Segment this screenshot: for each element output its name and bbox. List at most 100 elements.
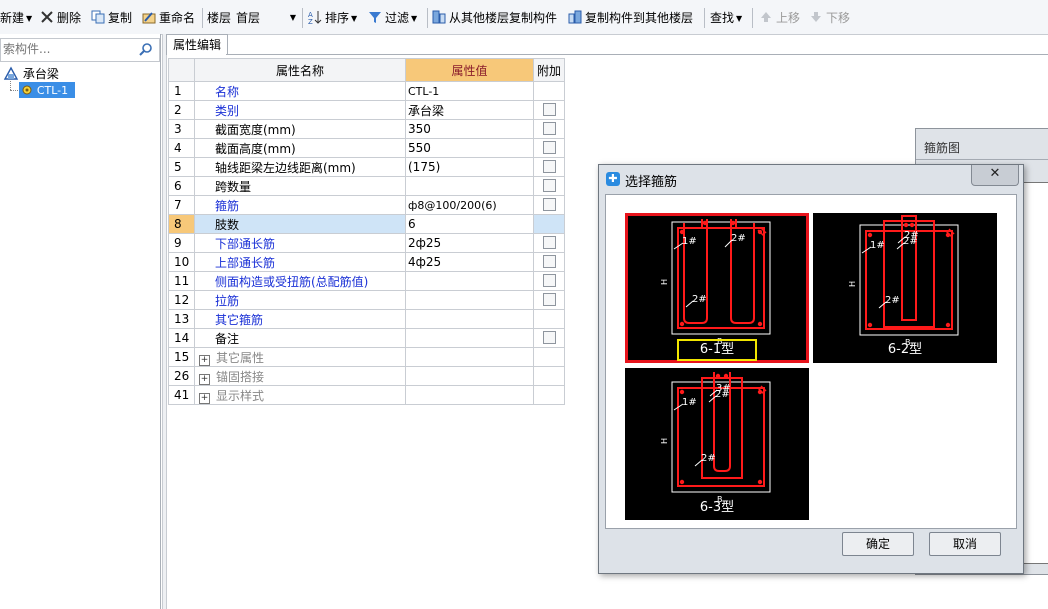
row-number: 26 [168,366,195,386]
table-row[interactable]: 1 名称 CTL-1 [168,81,565,101]
search-input[interactable] [1,40,133,58]
panel-splitter[interactable] [162,34,167,609]
table-row[interactable]: 2 类别 承台梁 [168,100,565,120]
extra-checkbox[interactable] [542,274,556,287]
property-value[interactable]: 承台梁 [405,100,534,120]
search-icon[interactable] [139,42,153,59]
property-value[interactable] [405,328,534,348]
copy-button[interactable]: 复制 [91,9,132,27]
property-value[interactable]: 350 [405,119,534,139]
property-group: + 锚固搭接 [194,366,406,386]
new-button[interactable]: 新建 ▼ [0,9,32,27]
toolbar-separator [752,8,753,28]
tree-node-label: 承台梁 [22,67,59,81]
stirrup-option-6-1[interactable]: 1# 2# 2# H B 6-1型 [625,213,809,363]
table-row-group[interactable]: 15 + 其它属性 [168,347,565,367]
property-name: 截面宽度(mm) [194,119,406,139]
move-down-button[interactable]: 下移 [809,9,850,27]
stirrup-6-3-drawing: 1# 3# 2# 2# H B [660,372,771,504]
stirrup-option-6-3[interactable]: 1# 3# 2# 2# H B 6-3型 [625,368,809,520]
column-header-name: 属性名称 [194,58,406,82]
table-row[interactable]: 5 轴线距梁左边线距离(mm) (175) [168,157,565,177]
table-row[interactable]: 3 截面宽度(mm) 350 [168,119,565,139]
extra-checkbox[interactable] [542,198,556,211]
tree-node-cap-beam[interactable]: 承台梁 [3,65,59,81]
close-button[interactable]: ✕ [971,165,1019,186]
divider [916,159,1048,160]
extra-checkbox[interactable] [542,255,556,268]
cancel-button[interactable]: 取消 [929,532,1001,556]
property-value[interactable]: 4ф25 [405,252,534,272]
property-value[interactable] [405,309,534,329]
delete-button[interactable]: 删除 [40,9,81,27]
property-value[interactable] [405,290,534,310]
expand-plus-icon[interactable]: + [199,354,210,366]
tree-node-ctl-1[interactable]: CTL-1 [19,82,75,98]
option-label: 6-3型 [699,500,735,515]
property-value[interactable]: CTL-1 [405,81,534,101]
rename-button[interactable]: 重命名 [142,9,195,27]
tab-property-editor[interactable]: 属性编辑 [166,34,228,55]
property-value[interactable] [405,271,534,291]
property-value[interactable]: ф8@100/200(6) [405,195,534,215]
dialog-title: 选择箍筋 [625,175,678,190]
table-header-row: 属性名称 属性值 附加 [168,58,565,82]
table-row[interactable]: 4 截面高度(mm) 550 [168,138,565,158]
extra-cell [533,252,565,272]
delete-x-icon [40,10,54,24]
table-row[interactable]: 10 上部通长筋 4ф25 [168,252,565,272]
row-number: 12 [168,290,195,310]
property-group: + 显示样式 [194,385,406,405]
extra-checkbox[interactable] [542,179,556,192]
table-row-group[interactable]: 26 + 锚固搭接 [168,366,565,386]
expand-plus-icon[interactable]: + [199,392,210,404]
option-label-highlighted: 6-1型 [677,339,757,361]
row-number: 15 [168,347,195,367]
copy-from-floor-button[interactable]: 从其他楼层复制构件 [432,9,557,27]
row-number: 4 [168,138,195,158]
move-up-button[interactable]: 上移 [759,9,800,27]
filter-button[interactable]: 过滤 ▼ [368,9,417,27]
floor-select[interactable]: 首层 ▼ [236,9,298,27]
extra-checkbox[interactable] [542,293,556,306]
find-button[interactable]: 查找 ▼ [710,9,742,27]
sort-button[interactable]: A Z 排序 ▼ [308,9,357,27]
extra-checkbox[interactable] [542,236,556,249]
toolbar-separator [427,8,428,28]
extra-cell [533,100,565,120]
table-row[interactable]: 11 侧面构造或受扭筋(总配筋值) [168,271,565,291]
extra-checkbox[interactable] [542,141,556,154]
table-row[interactable]: 13 其它箍筋 [168,309,565,329]
property-value[interactable]: (175) [405,157,534,177]
table-row[interactable]: 14 备注 [168,328,565,348]
extra-checkbox[interactable] [542,331,556,344]
svg-text:1#: 1# [682,397,697,408]
tree-connector [10,90,18,92]
property-value[interactable]: 2ф25 [405,233,534,253]
tab-underline [226,54,1048,55]
table-row[interactable]: 12 拉筋 [168,290,565,310]
expand-plus-icon[interactable]: + [199,373,210,385]
table-row[interactable]: 7 箍筋 ф8@100/200(6) [168,195,565,215]
extra-checkbox[interactable] [542,160,556,173]
table-row-group[interactable]: 41 + 显示样式 [168,385,565,405]
copy-from-floor-icon [432,10,446,24]
property-value[interactable]: 550 [405,138,534,158]
row-number: 7 [168,195,195,215]
extra-checkbox[interactable] [542,103,556,116]
extra-cell [533,176,565,196]
table-row[interactable]: 9 下部通长筋 2ф25 [168,233,565,253]
extra-cell [533,233,565,253]
extra-cell [533,271,565,291]
ok-button[interactable]: 确定 [842,532,914,556]
stirrup-option-6-2[interactable]: 1# 2# 2# 2# H B 6-2型 [813,213,997,363]
copy-to-floor-icon [568,10,582,24]
property-value[interactable] [405,176,534,196]
property-value[interactable]: 6 [405,214,534,234]
property-group: + 其它属性 [194,347,406,367]
table-row[interactable]: 6 跨数量 [168,176,565,196]
copy-to-floor-button[interactable]: 复制构件到其他楼层 [568,9,693,27]
table-row-selected[interactable]: 8 肢数 6 [168,214,565,234]
extra-checkbox[interactable] [542,122,556,135]
column-header-extra: 附加 [533,58,565,82]
